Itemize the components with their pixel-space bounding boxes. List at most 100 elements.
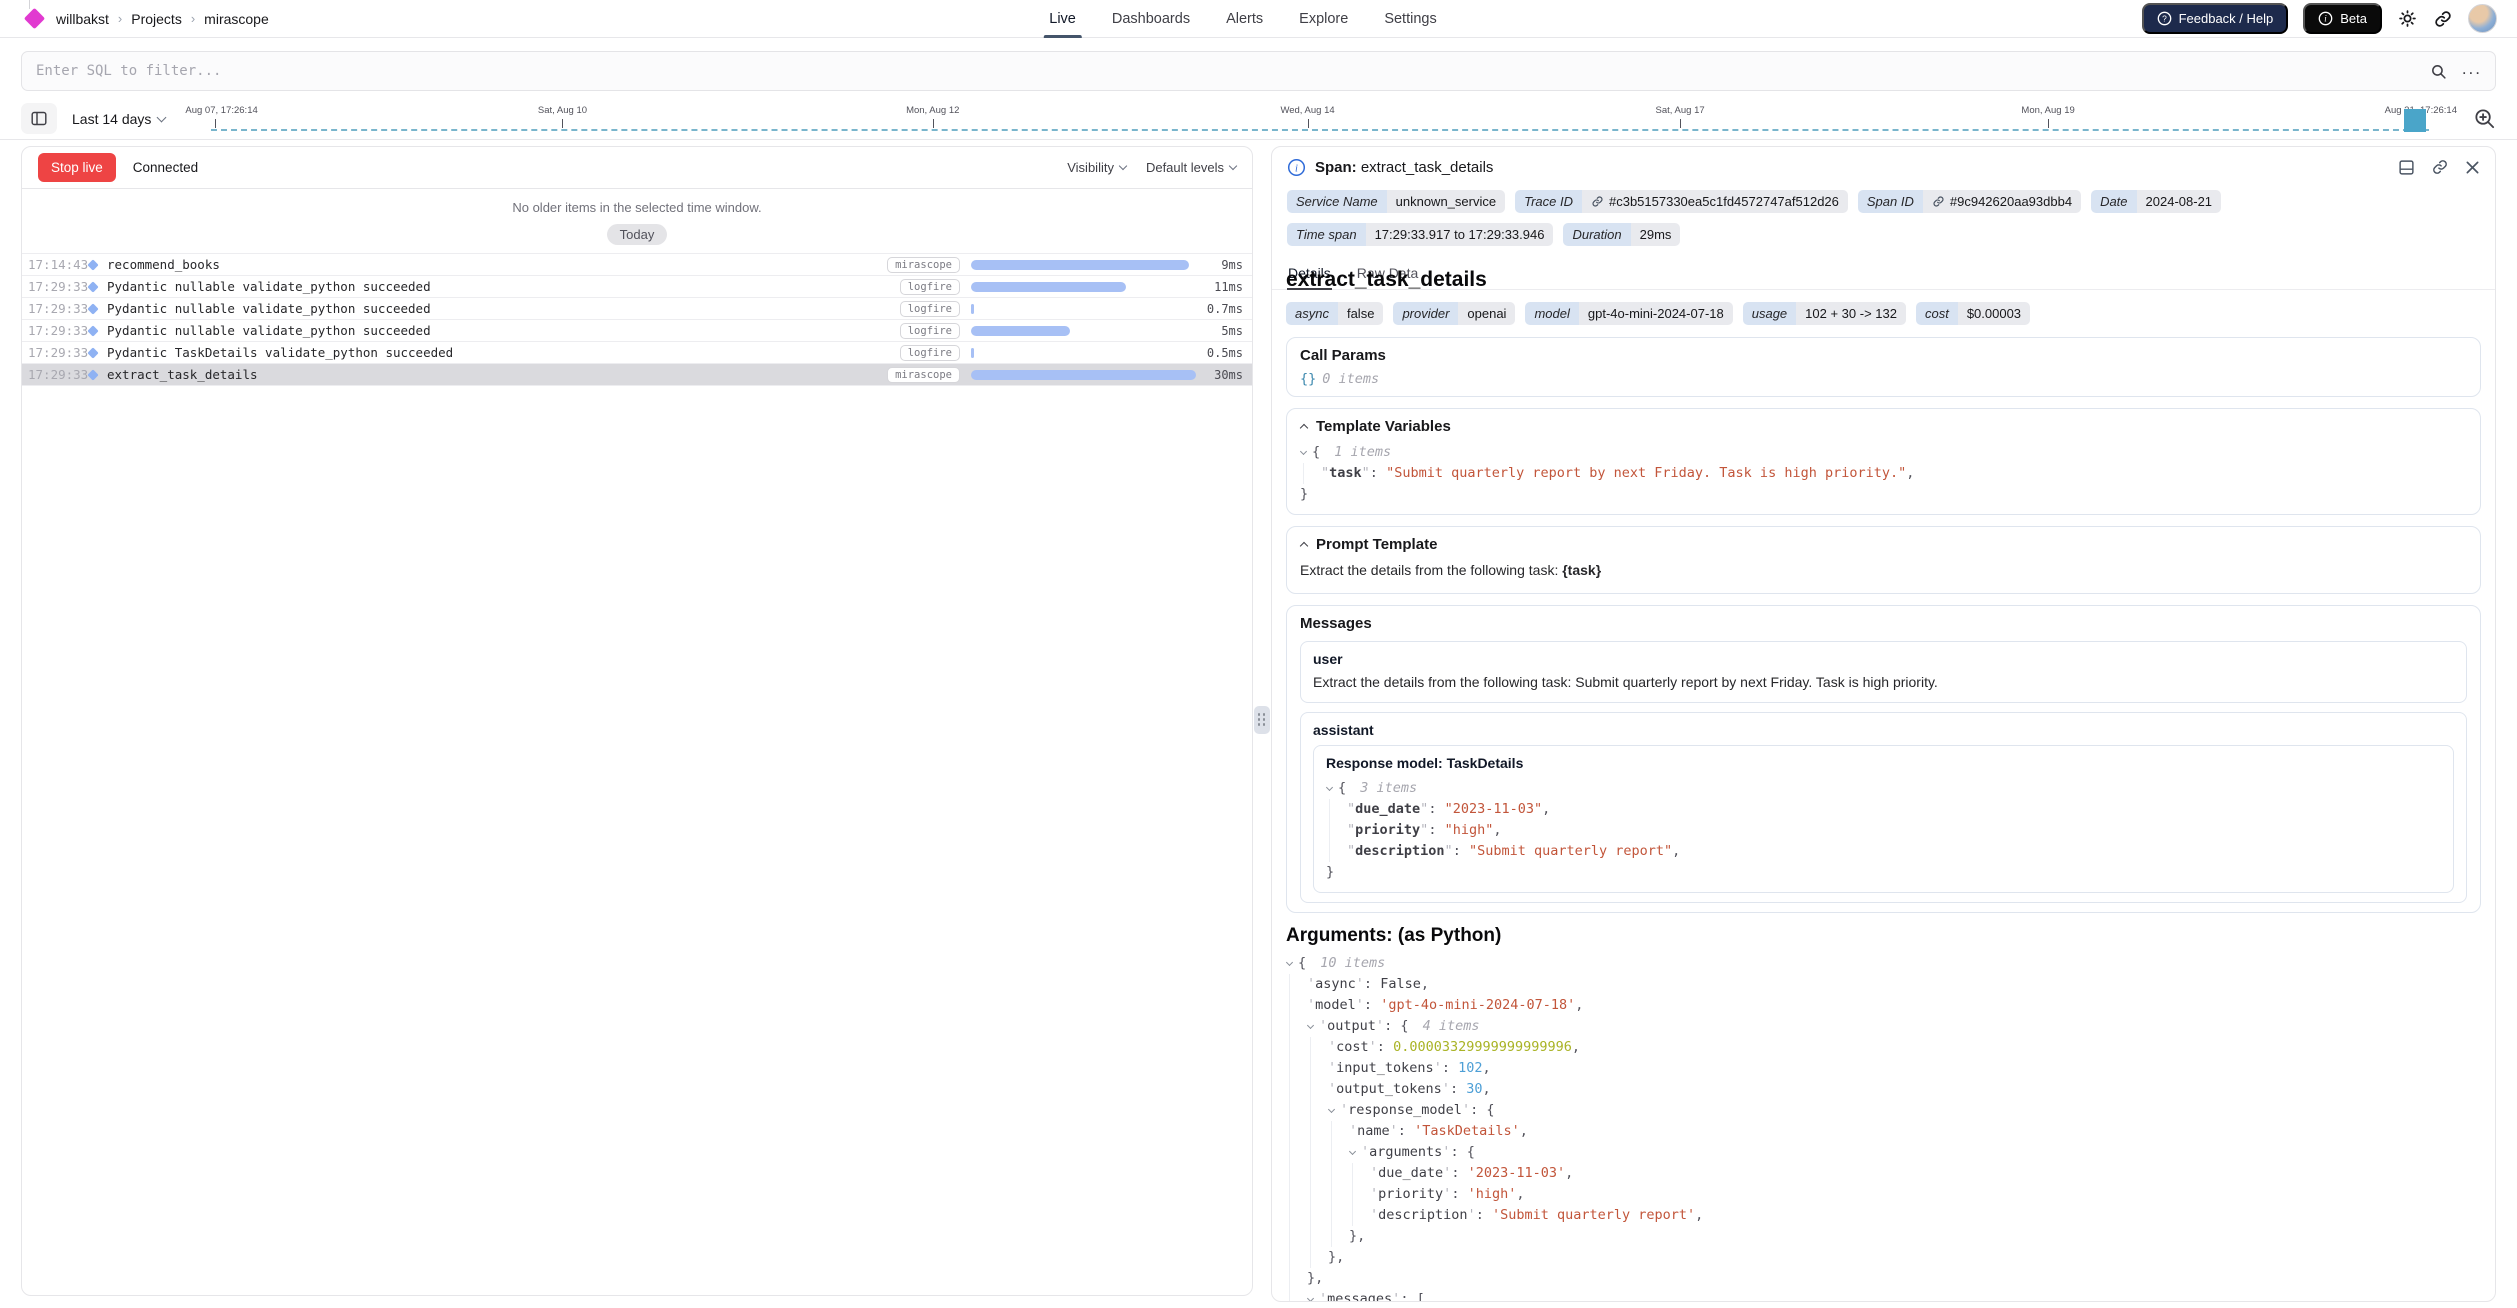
log-row[interactable]: 17:14:43recommend_booksmirascope9ms bbox=[22, 254, 1252, 276]
chip-label: model bbox=[1525, 302, 1578, 325]
timeline-selection-window[interactable] bbox=[2404, 109, 2426, 132]
tree-caret-icon[interactable] bbox=[1349, 1148, 1356, 1155]
timeline-tick-label: Sat, Aug 10 bbox=[538, 105, 587, 116]
close-icon[interactable] bbox=[2465, 160, 2480, 175]
beta-button[interactable]: i Beta bbox=[2303, 3, 2382, 34]
tab-settings[interactable]: Settings bbox=[1384, 0, 1436, 38]
indent-guide bbox=[1352, 1184, 1370, 1205]
token-q: ' bbox=[1307, 995, 1315, 1016]
token-punc: , bbox=[1695, 1205, 1703, 1226]
token-punc: : bbox=[1364, 974, 1380, 995]
tab-live[interactable]: Live bbox=[1049, 0, 1076, 38]
svg-text:?: ? bbox=[2162, 14, 2167, 24]
tab-alerts[interactable]: Alerts bbox=[1226, 0, 1263, 38]
top-nav: willbakst›Projects›mirascope LiveDashboa… bbox=[0, 0, 2517, 38]
logfire-logo-icon[interactable] bbox=[24, 8, 45, 29]
log-duration: 0.7ms bbox=[1196, 302, 1252, 316]
share-link-icon[interactable] bbox=[2433, 9, 2453, 29]
breadcrumb-separator: › bbox=[191, 11, 195, 26]
tree-caret-icon[interactable] bbox=[1307, 1022, 1314, 1029]
nav-right-cluster: ? Feedback / Help i Beta bbox=[2142, 3, 2497, 34]
tab-explore[interactable]: Explore bbox=[1299, 0, 1348, 38]
token-brace: [ bbox=[1417, 1289, 1425, 1301]
feedback-help-button[interactable]: ? Feedback / Help bbox=[2142, 3, 2289, 34]
sidebar-toggle-button[interactable] bbox=[21, 103, 57, 134]
log-row[interactable]: 17:29:33Pydantic nullable validate_pytho… bbox=[22, 320, 1252, 342]
token-brace: { bbox=[1467, 1142, 1475, 1163]
log-tag-badge: mirascope bbox=[887, 367, 960, 383]
call-params-title: Call Params bbox=[1300, 347, 2467, 364]
breadcrumb-item-Projects[interactable]: Projects bbox=[131, 11, 182, 27]
span-details-content: extract_task_details asyncfalseprovidero… bbox=[1272, 254, 2495, 1301]
time-range-dropdown[interactable]: Last 14 days bbox=[72, 111, 165, 127]
token-pkey: input_tokens bbox=[1336, 1058, 1434, 1079]
collapse-chevron-icon[interactable] bbox=[1300, 542, 1308, 550]
tree-caret-icon[interactable] bbox=[1326, 784, 1333, 791]
arguments-python-tree: { 10 items'async': False,'model': 'gpt-4… bbox=[1286, 953, 2481, 1301]
chip-value: 2024-08-21 bbox=[2137, 190, 2222, 213]
link-icon bbox=[1932, 195, 1945, 208]
breadcrumb-item-mirascope[interactable]: mirascope bbox=[204, 11, 269, 27]
log-message: Pydantic nullable validate_python succee… bbox=[107, 279, 900, 294]
chip-value: false bbox=[1338, 302, 1383, 325]
timeline-tick-mark bbox=[933, 119, 934, 128]
info-circle-icon: i bbox=[2318, 11, 2333, 26]
tree-caret-icon[interactable] bbox=[1307, 1295, 1314, 1301]
token-q: " bbox=[1420, 820, 1428, 841]
items-count-note: 0 items bbox=[1322, 371, 1379, 387]
indent-guide bbox=[1331, 1205, 1349, 1226]
indent-guide bbox=[1331, 1142, 1349, 1163]
live-panel: Stop live Connected Visibility Default l… bbox=[21, 146, 1253, 1296]
log-row[interactable]: 17:29:33Pydantic TaskDetails validate_py… bbox=[22, 342, 1252, 364]
token-note: 1 items bbox=[1334, 442, 1391, 463]
indent-guide bbox=[1289, 1205, 1307, 1226]
theme-toggle-icon[interactable] bbox=[2397, 8, 2418, 29]
chip-value[interactable]: #9c942620aa93dbb4 bbox=[1923, 190, 2081, 213]
timeline-tick-label: Mon, Aug 12 bbox=[906, 105, 959, 116]
log-row[interactable]: 17:29:33Pydantic nullable validate_pytho… bbox=[22, 276, 1252, 298]
stop-live-button[interactable]: Stop live bbox=[38, 153, 116, 182]
dock-panel-bottom-icon[interactable] bbox=[2398, 159, 2415, 176]
meta-chip-duration: Duration29ms bbox=[1563, 223, 1680, 246]
duration-bar bbox=[971, 260, 1189, 270]
empty-window-notice: No older items in the selected time wind… bbox=[22, 200, 1252, 215]
indent-guide bbox=[1289, 974, 1307, 995]
template-variables-title: Template Variables bbox=[1316, 418, 1451, 435]
breadcrumb-item-willbakst[interactable]: willbakst bbox=[56, 11, 109, 27]
user-avatar[interactable] bbox=[2468, 4, 2497, 33]
tree-caret-icon[interactable] bbox=[1328, 1106, 1335, 1113]
more-options-icon[interactable]: ... bbox=[2462, 60, 2482, 83]
token-pkey: arguments bbox=[1369, 1142, 1442, 1163]
timeline[interactable]: Aug 07, 17:26:14Sat, Aug 10Mon, Aug 12We… bbox=[185, 98, 2457, 139]
copy-link-icon[interactable] bbox=[2431, 158, 2449, 176]
token-q: ' bbox=[1340, 1100, 1348, 1121]
sql-filter-input[interactable] bbox=[21, 51, 2496, 91]
tree-caret-icon[interactable] bbox=[1286, 959, 1293, 966]
chevron-down-icon bbox=[1119, 162, 1127, 170]
token-q: ' bbox=[1392, 1289, 1400, 1301]
indent-guide bbox=[1329, 799, 1347, 820]
panel-resize-handle[interactable] bbox=[1254, 706, 1270, 734]
collapse-chevron-icon[interactable] bbox=[1300, 424, 1308, 432]
token-q: ' bbox=[1370, 1184, 1378, 1205]
duration-bar-lane bbox=[971, 260, 1196, 270]
visibility-dropdown[interactable]: Visibility bbox=[1067, 160, 1126, 175]
token-punc: : bbox=[1377, 1037, 1393, 1058]
indent-guide bbox=[1310, 1121, 1328, 1142]
log-message: recommend_books bbox=[107, 257, 887, 272]
chip-value[interactable]: #c3b5157330ea5c1fd4572747af512d26 bbox=[1582, 190, 1848, 213]
log-row[interactable]: 17:29:33Pydantic nullable validate_pytho… bbox=[22, 298, 1252, 320]
time-range-row: Last 14 days Aug 07, 17:26:14Sat, Aug 10… bbox=[0, 98, 2517, 140]
chip-value-text: openai bbox=[1467, 307, 1506, 320]
info-circle-icon: i bbox=[1287, 158, 1306, 177]
default-levels-dropdown[interactable]: Default levels bbox=[1146, 160, 1236, 175]
tree-caret-icon[interactable] bbox=[1300, 448, 1307, 455]
tab-dashboards[interactable]: Dashboards bbox=[1112, 0, 1190, 38]
log-row[interactable]: 17:29:33extract_task_detailsmirascope30m… bbox=[22, 364, 1252, 386]
span-diamond-icon bbox=[87, 347, 98, 358]
search-icon[interactable] bbox=[2430, 63, 2447, 80]
token-note: 3 items bbox=[1360, 778, 1417, 799]
token-key: task bbox=[1329, 463, 1362, 484]
token-punc: : bbox=[1451, 1184, 1467, 1205]
zoom-in-icon[interactable] bbox=[2473, 107, 2496, 130]
